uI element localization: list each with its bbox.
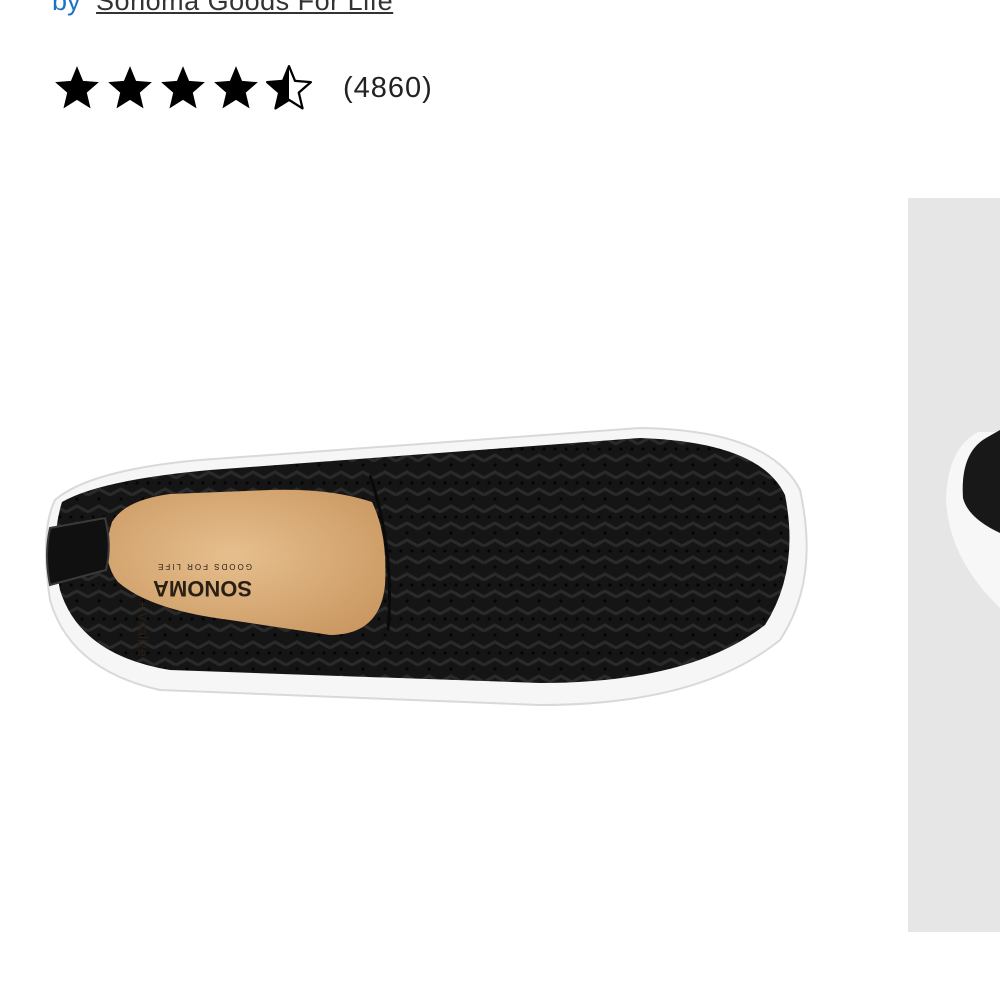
star-icon: [55, 66, 99, 109]
product-rating[interactable]: (4860): [52, 62, 433, 114]
brand-link[interactable]: Sonoma Goods For Life: [96, 0, 393, 16]
star-icon: [161, 66, 205, 109]
insole-brand-text: SONOMA: [153, 576, 252, 601]
brand-prefix: by: [52, 0, 81, 16]
product-image-gallery[interactable]: SONOMA GOODS FOR LIFE + Vitalize: [0, 130, 1000, 1000]
review-count[interactable]: (4860): [343, 72, 433, 105]
insole-tagline-text: GOODS FOR LIFE: [156, 562, 252, 571]
product-image-main[interactable]: SONOMA GOODS FOR LIFE + Vitalize: [0, 130, 900, 1000]
star-icon: [214, 66, 258, 109]
insole-feature-text: + Vitalize: [135, 600, 151, 657]
brand-byline: by Sonoma Goods For Life: [52, 0, 393, 16]
star-icon: [108, 66, 152, 109]
rating-stars[interactable]: [52, 63, 317, 113]
product-image-next-peek[interactable]: [908, 198, 1000, 932]
half-star-icon: [265, 64, 313, 110]
